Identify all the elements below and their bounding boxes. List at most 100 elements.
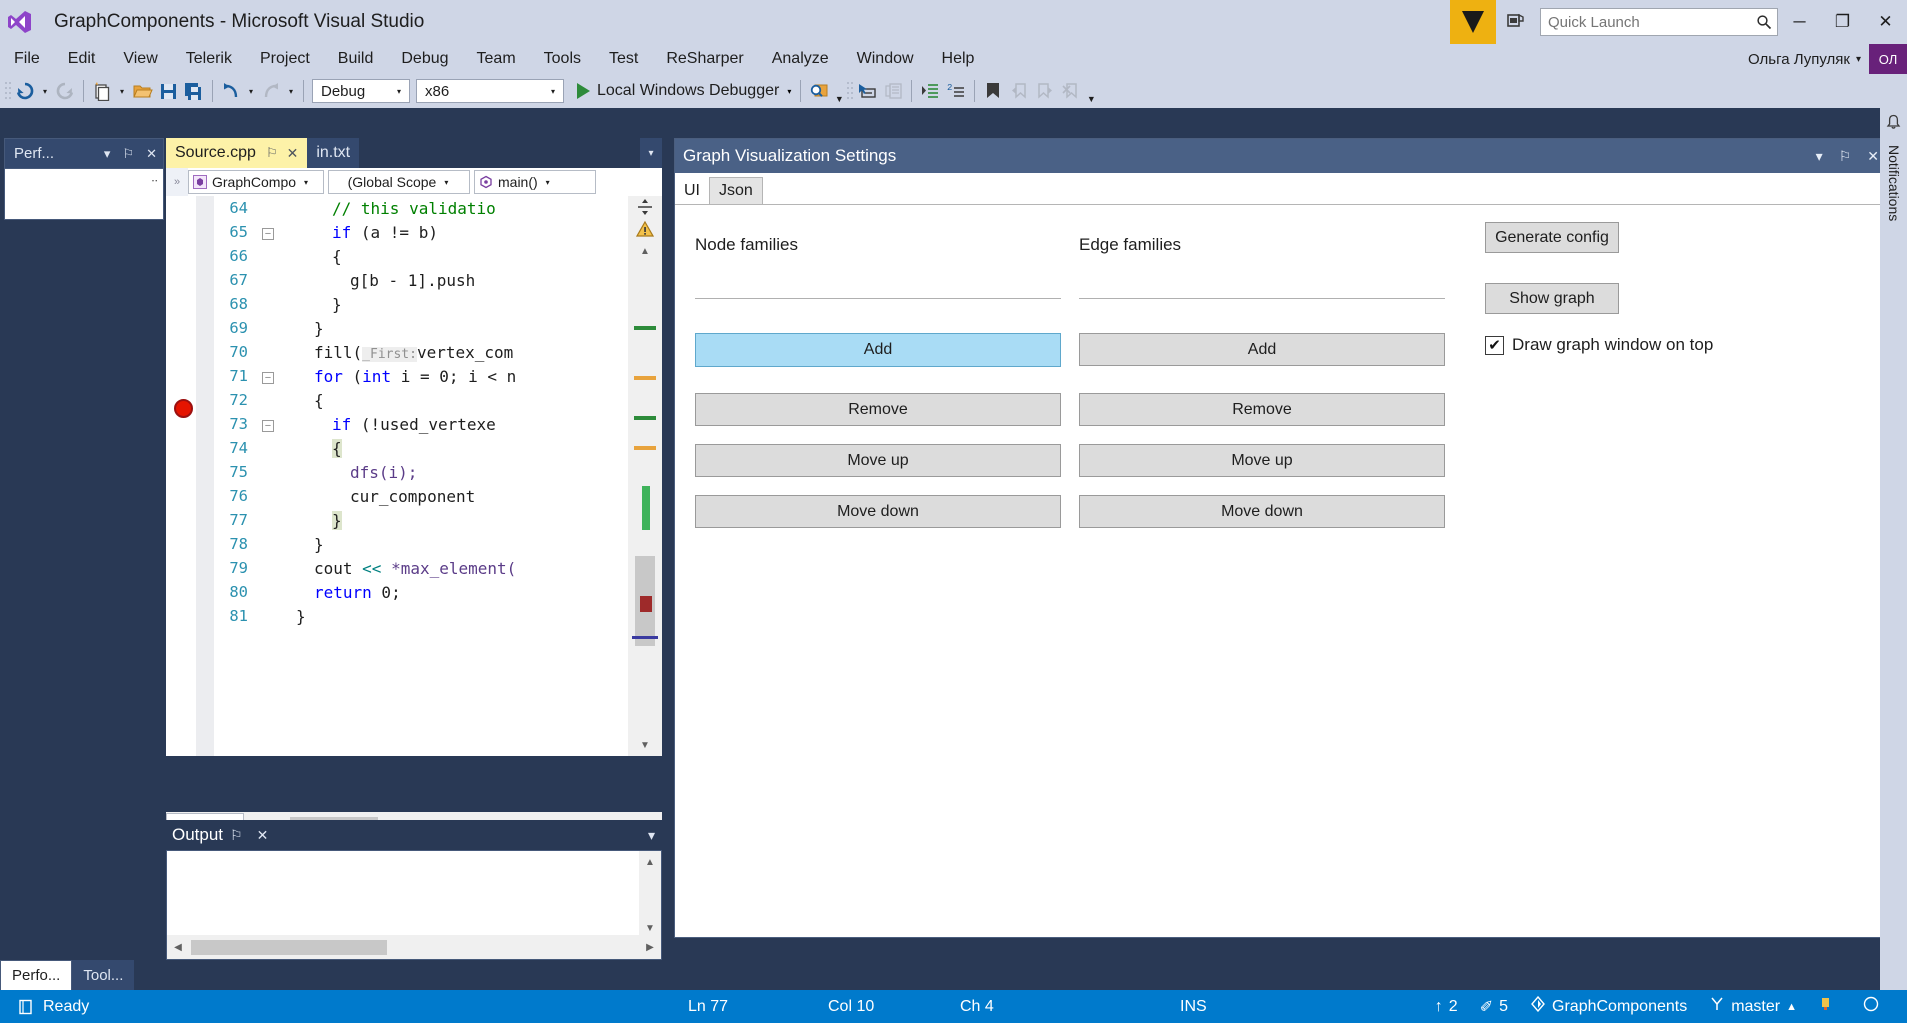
pin-icon[interactable]: ⚐ [223,827,250,844]
navigate-back-dropdown[interactable]: ▾ [38,87,52,96]
scope-select[interactable]: (Global Scope ▾ [328,170,470,194]
chevron-up-icon[interactable]: ▲ [1786,1001,1797,1013]
draw-on-top-checkbox-row[interactable]: ✔ Draw graph window on top [1485,335,1713,355]
restore-button[interactable]: ❐ [1821,0,1864,44]
publish-indicator[interactable]: ↑ 2 [1435,998,1458,1016]
save-icon[interactable] [155,78,181,104]
solution-platform-select[interactable]: x86 ▾ [416,79,564,103]
code-line[interactable]: 81} [166,604,662,628]
scroll-up-button[interactable]: ▲ [628,240,662,262]
save-all-icon[interactable] [181,78,207,104]
chevron-down-icon[interactable]: ▾ [640,138,662,168]
pin-icon[interactable]: ⚐ [1831,148,1860,165]
draw-on-top-checkbox[interactable]: ✔ [1485,335,1504,355]
code-line[interactable]: 67 g[b - 1].push [166,268,662,292]
menu-item-resharper[interactable]: ReSharper [652,44,757,74]
undo-arrow-icon[interactable] [218,78,244,104]
menu-item-telerik[interactable]: Telerik [172,44,246,74]
increase-indent-icon[interactable] [917,78,943,104]
pin-icon[interactable]: ⚐ [116,146,140,162]
edge-move-up-button[interactable]: Move up [1079,444,1445,477]
node-remove-button[interactable]: Remove [695,393,1061,426]
menu-item-build[interactable]: Build [324,44,388,74]
tab-toolbox[interactable]: Tool... [72,960,135,990]
toolbar-overflow-icon-2[interactable]: ▼ [1084,78,1098,104]
code-text-area[interactable]: 64// this validatio 65− if (a != b) 66{67 g[… [166,196,662,756]
menu-item-help[interactable]: Help [928,44,989,74]
code-line[interactable]: 77} [166,508,662,532]
user-account-area[interactable]: Ольга Лупуляк ▾ ОЛ [1748,44,1907,74]
close-icon[interactable]: ✕ [287,145,299,162]
split-view-icon[interactable] [628,196,662,218]
new-item-dropdown[interactable]: ▾ [115,87,129,96]
menu-item-edit[interactable]: Edit [54,44,110,74]
minimize-button[interactable]: ─ [1778,0,1821,44]
menu-item-file[interactable]: File [0,44,54,74]
member-select[interactable]: main() ▾ [474,170,596,194]
notifications-side-strip[interactable]: Notifications [1880,108,1907,990]
code-line[interactable]: 74 { [166,436,662,460]
toolbar-grip[interactable] [4,80,12,102]
code-line[interactable]: 69} [166,316,662,340]
code-line[interactable]: 78} [166,532,662,556]
tab-json[interactable]: Json [709,177,763,205]
code-line[interactable]: 66 { [166,244,662,268]
new-item-icon[interactable] [89,78,115,104]
fold-toggle-icon[interactable]: − [258,225,278,240]
line-indent-icon[interactable]: 2 [943,78,969,104]
node-families-list[interactable] [695,295,1061,299]
edge-remove-button[interactable]: Remove [1079,393,1445,426]
chevron-down-icon[interactable]: ▾ [1856,54,1861,65]
toolbar-overflow-icon[interactable]: ▼ [832,78,846,104]
chevron-down-icon[interactable]: ▾ [98,146,117,162]
close-icon[interactable]: ✕ [250,827,276,844]
menu-item-view[interactable]: View [109,44,171,74]
repository-indicator[interactable]: GraphComponents [1530,995,1687,1017]
code-line[interactable]: 65− if (a != b) [166,220,662,244]
node-add-button[interactable]: Add [695,333,1061,367]
notify-bell-indicator[interactable] [1863,996,1885,1017]
close-icon[interactable]: ✕ [140,146,163,162]
code-line[interactable]: 75 dfs(i); [166,460,662,484]
redo-dropdown[interactable]: ▾ [284,87,298,96]
start-debug-button[interactable]: Local Windows Debugger ▾ [573,78,795,104]
code-line[interactable]: 73− if (!used_vertexe [166,412,662,436]
step-pointer-icon[interactable] [854,78,880,104]
code-line[interactable]: 79 cout << *max_element( [166,556,662,580]
output-horizontal-scrollbar[interactable]: ◀ ▶ [167,935,661,959]
pending-edits-indicator[interactable]: ✐ 5 [1480,997,1508,1017]
scroll-left-button[interactable]: ◀ [167,936,189,958]
tab-ui[interactable]: UI [675,178,709,205]
menu-item-team[interactable]: Team [463,44,530,74]
editor-vertical-scrollbar[interactable]: ▲ ▼ [628,196,662,756]
edge-move-down-button[interactable]: Move down [1079,495,1445,528]
scroll-right-button[interactable]: ▶ [639,936,661,958]
fold-toggle-icon[interactable]: − [258,369,278,384]
code-line[interactable]: 71− for (int i = 0; i < n [166,364,662,388]
node-move-up-button[interactable]: Move up [695,444,1061,477]
quick-launch-box[interactable] [1540,8,1778,36]
fold-toggle-icon[interactable]: − [258,417,278,432]
nav-overflow-chevron-icon[interactable]: » [166,168,188,196]
menu-item-test[interactable]: Test [595,44,652,74]
notification-flag-icon[interactable] [1496,0,1536,44]
solution-configuration-select[interactable]: Debug ▾ [312,79,410,103]
toolbar-grip[interactable] [846,80,854,102]
code-line[interactable]: 64 // this validatio [166,196,662,220]
navigate-back-icon[interactable] [12,78,38,104]
close-button[interactable]: ✕ [1864,0,1907,44]
overflow-dots-icon[interactable]: ∙∙ [151,173,158,187]
bookmark-icon[interactable] [980,78,1006,104]
menu-item-debug[interactable]: Debug [387,44,462,74]
menu-item-window[interactable]: Window [843,44,928,74]
tab-performance[interactable]: Perfo... [0,960,73,990]
horizontal-scroll-thumb[interactable] [191,939,387,955]
tab-in-txt[interactable]: in.txt [307,138,360,168]
notifications-bell-icon[interactable] [1880,108,1907,133]
breakpoint-dot-icon[interactable] [174,399,193,418]
find-in-files-icon[interactable] [806,78,832,104]
code-line[interactable]: 80 return 0; [166,580,662,604]
generate-config-button[interactable]: Generate config [1485,222,1619,253]
extension-indicator[interactable] [1819,996,1841,1017]
scroll-down-button[interactable]: ▼ [628,734,662,756]
